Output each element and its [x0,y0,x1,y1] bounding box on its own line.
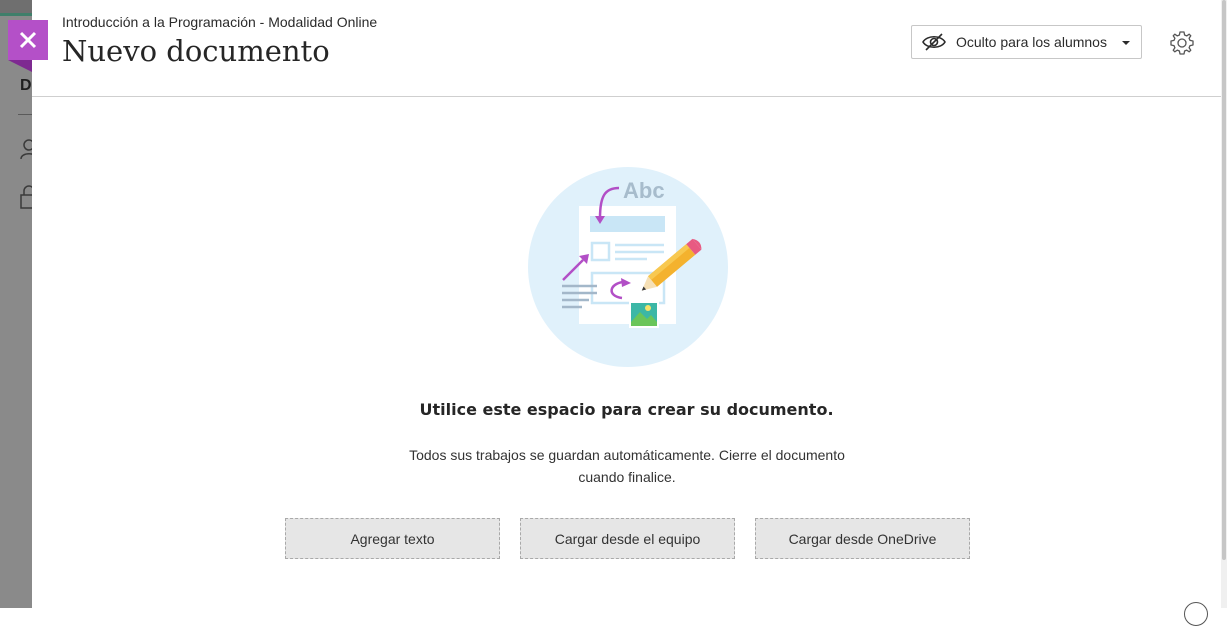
course-breadcrumb[interactable]: Introducción a la Programación - Modalid… [62,14,377,30]
eye-hidden-icon [922,33,946,51]
background-topbar [0,0,32,16]
visibility-dropdown[interactable]: Oculto para los alumnos [911,25,1142,59]
visibility-label: Oculto para los alumnos [956,34,1107,50]
background-text: D [20,77,32,94]
scrollbar-thumb[interactable] [1222,0,1226,560]
background-divider [18,114,32,115]
close-button[interactable] [8,20,48,60]
illustration-abc-label: Abc [623,178,665,203]
document-illustration: Abc [528,167,728,367]
panel-header: Introducción a la Programación - Modalid… [32,0,1221,97]
scrollbar[interactable] [1221,0,1227,608]
page-title: Nuevo documento [62,34,330,68]
close-icon [19,31,37,49]
close-button-tail [8,60,32,72]
upload-from-onedrive-button[interactable]: Cargar desde OneDrive [755,518,970,559]
empty-state-heading: Utilice este espacio para crear su docum… [419,400,834,419]
user-icon [20,139,32,160]
upload-from-computer-button[interactable]: Cargar desde el equipo [520,518,735,559]
add-text-button[interactable]: Agregar texto [285,518,500,559]
help-icon[interactable] [1184,602,1208,626]
settings-button[interactable] [1168,29,1196,57]
background-page: D [0,0,32,608]
chevron-down-icon [1122,41,1130,45]
lock-icon [20,185,32,209]
gear-icon [1170,31,1194,55]
empty-state-description: Todos sus trabajos se guardan automática… [409,447,845,485]
